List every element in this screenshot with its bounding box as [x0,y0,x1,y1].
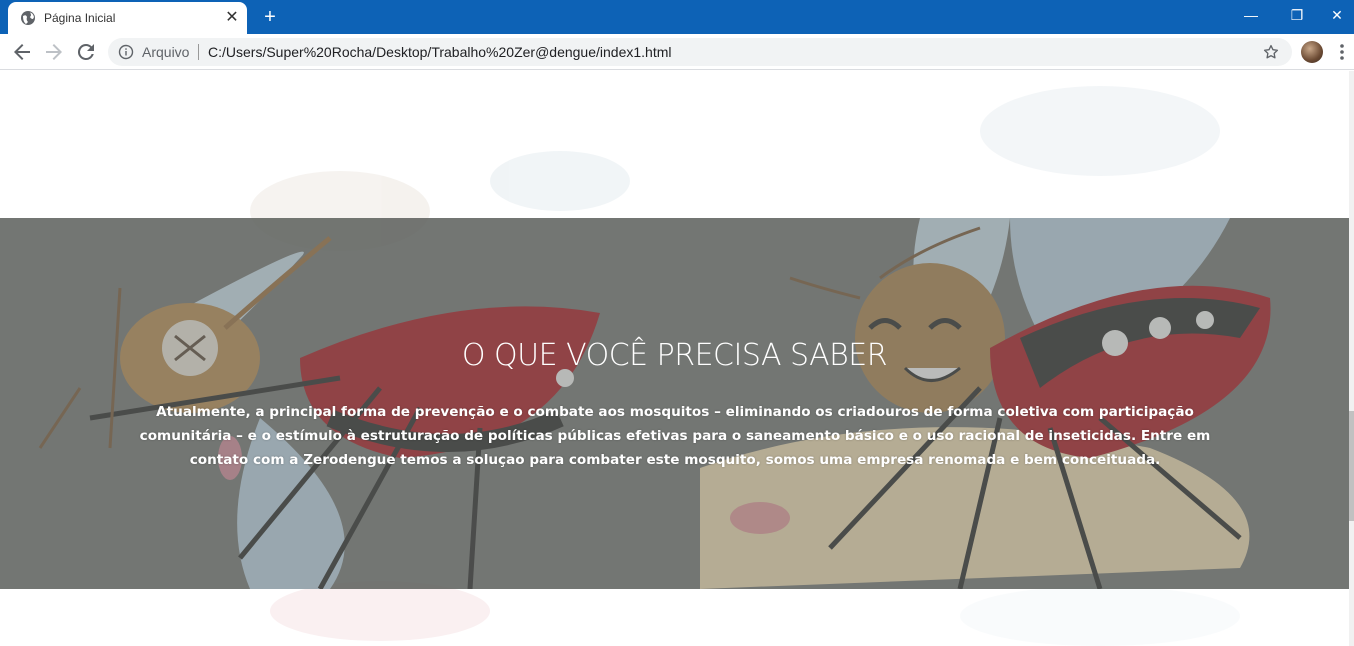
scrollbar-thumb[interactable] [1349,411,1354,521]
tab-title: Página Inicial [44,11,116,25]
browser-titlebar: Página Inicial ✕ + — ❐ ✕ [0,0,1354,34]
section-paragraph: Atualmente, a principal forma de prevenç… [139,404,1211,468]
browser-toolbar: Arquivo C:/Users/Super%20Rocha/Desktop/T… [0,34,1354,70]
scheme-label: Arquivo [142,44,190,60]
tab-close-icon[interactable]: ✕ [222,8,242,28]
globe-icon [21,11,35,25]
profile-avatar[interactable] [1301,41,1323,63]
minimize-button[interactable]: — [1228,0,1274,30]
forward-arrow-icon[interactable] [42,40,66,64]
address-bar[interactable]: Arquivo C:/Users/Super%20Rocha/Desktop/T… [108,38,1292,66]
url-text[interactable]: C:/Users/Super%20Rocha/Desktop/Trabalho%… [208,44,672,60]
reload-icon[interactable] [74,40,98,64]
omnibox-divider [198,44,199,60]
bookmark-star-icon[interactable] [1262,43,1280,61]
vertical-scrollbar[interactable] [1349,71,1354,646]
kebab-menu-icon[interactable] [1334,42,1350,62]
info-icon[interactable] [118,44,134,60]
close-window-button[interactable]: ✕ [1320,0,1354,30]
browser-tab[interactable]: Página Inicial ✕ [8,2,247,34]
maximize-button[interactable]: ❐ [1274,0,1320,30]
new-tab-button[interactable]: + [258,5,282,29]
page-viewport: O QUE VOCÊ PRECISA SABER Atualmente, a p… [0,71,1349,646]
section-heading: O QUE VOCÊ PRECISA SABER [461,338,888,373]
back-arrow-icon[interactable] [10,40,34,64]
